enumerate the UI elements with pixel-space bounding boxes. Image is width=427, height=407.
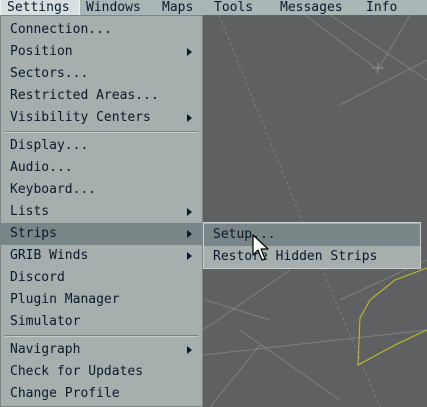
menu-separator xyxy=(5,131,198,133)
submenu-item-restore-hidden-strips[interactable]: Restore Hidden Strips xyxy=(204,246,420,268)
menu-item-label: Strips xyxy=(10,226,57,241)
airspace-outline xyxy=(357,267,427,366)
menu-windows[interactable]: Windows xyxy=(80,0,156,15)
menu-bar: Settings Windows Maps Tools Messages Inf… xyxy=(0,0,427,15)
sector-boundary xyxy=(202,269,291,331)
sector-lines xyxy=(202,14,427,407)
chevron-right-icon xyxy=(187,346,192,354)
menu-item-label: GRIB Winds xyxy=(10,248,89,263)
chevron-right-icon xyxy=(187,208,192,216)
menu-item-lists[interactable]: Lists xyxy=(1,201,202,223)
menu-item-label: Audio... xyxy=(10,160,73,175)
menu-item-label: Plugin Manager xyxy=(10,292,120,307)
menu-item-label: Discord xyxy=(10,270,65,285)
menu-item-keyboard[interactable]: Keyboard... xyxy=(1,179,202,201)
sector-boundary xyxy=(204,299,271,321)
chevron-right-icon xyxy=(187,230,192,238)
menu-item-label: Change Profile xyxy=(10,386,120,401)
menu-item-label: Restricted Areas... xyxy=(10,88,159,103)
menu-item-change-profile[interactable]: Change Profile xyxy=(1,383,202,405)
sector-boundary xyxy=(202,329,427,356)
submenu-item-setup[interactable]: Setup... xyxy=(204,224,420,246)
menu-settings[interactable]: Settings xyxy=(0,0,80,15)
submenu-item-label: Restore Hidden Strips xyxy=(213,249,378,264)
chevron-right-icon xyxy=(187,48,192,56)
sector-boundary xyxy=(239,329,341,401)
menu-item-display[interactable]: Display... xyxy=(1,135,202,157)
menu-item-label: Check for Updates xyxy=(10,364,144,379)
menu-separator xyxy=(5,335,198,337)
menu-item-visibility-centers[interactable]: Visibility Centers xyxy=(1,107,202,129)
mouse-pointer-icon xyxy=(252,234,269,261)
menu-tools[interactable]: Tools xyxy=(208,0,274,15)
menu-info[interactable]: Info xyxy=(360,0,412,15)
menu-item-audio[interactable]: Audio... xyxy=(1,157,202,179)
menu-item-label: Display... xyxy=(10,138,89,153)
menu-item-connection[interactable]: Connection... xyxy=(1,19,202,41)
menu-item-label: Sectors... xyxy=(10,66,89,81)
menu-item-strips[interactable]: Strips xyxy=(1,223,202,245)
menu-item-label: Position xyxy=(10,44,73,59)
menu-item-label: Simulator xyxy=(10,314,81,329)
waypoint-marker xyxy=(372,62,384,74)
chevron-right-icon xyxy=(187,114,192,122)
menu-item-simulator[interactable]: Simulator xyxy=(1,311,202,333)
menu-item-discord[interactable]: Discord xyxy=(1,267,202,289)
menu-item-label: Lists xyxy=(10,204,50,219)
menu-item-restricted-areas[interactable]: Restricted Areas... xyxy=(1,85,202,107)
sector-boundary xyxy=(209,344,261,407)
menu-item-label: Navigraph xyxy=(10,342,81,357)
menu-item-label: Keyboard... xyxy=(10,182,97,197)
menu-item-plugin-manager[interactable]: Plugin Manager xyxy=(1,289,202,311)
chevron-right-icon xyxy=(187,252,192,260)
settings-dropdown-menu: Connection... Position Sectors... Restri… xyxy=(0,15,203,407)
menu-messages[interactable]: Messages xyxy=(274,0,360,15)
menu-item-sectors[interactable]: Sectors... xyxy=(1,63,202,85)
menu-item-check-for-updates[interactable]: Check for Updates xyxy=(1,361,202,383)
airway-dashed-line xyxy=(218,14,311,241)
menu-item-label: Connection... xyxy=(10,22,112,37)
menu-item-grib-winds[interactable]: GRIB Winds xyxy=(1,245,202,267)
sector-boundary xyxy=(377,14,411,71)
menu-item-navigraph[interactable]: Navigraph xyxy=(1,339,202,361)
sector-boundary xyxy=(339,59,427,106)
menu-maps[interactable]: Maps xyxy=(156,0,208,15)
menu-item-position[interactable]: Position xyxy=(1,41,202,63)
menu-item-label: Visibility Centers xyxy=(10,110,151,125)
strips-submenu: Setup... Restore Hidden Strips xyxy=(203,222,421,269)
